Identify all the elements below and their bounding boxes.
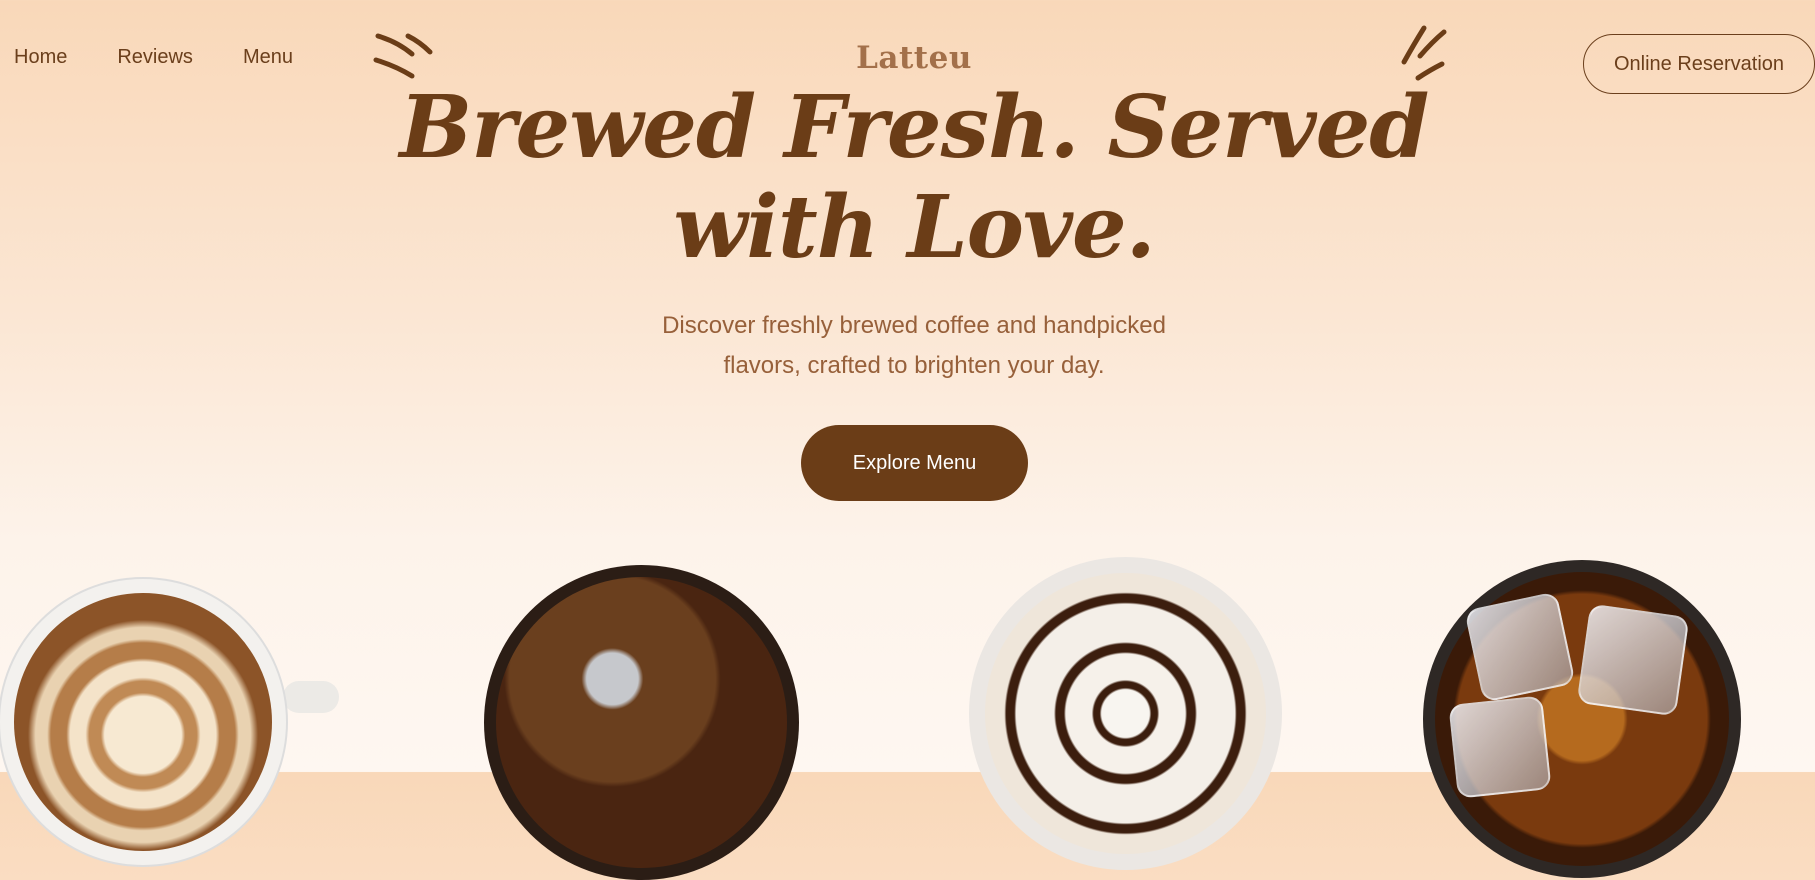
hero-headline: Brewed Fresh. Served with Love. (0, 78, 1815, 278)
explore-menu-button[interactable]: Explore Menu (801, 425, 1028, 501)
black-coffee-cup-image (484, 565, 799, 880)
latte-cup-handle (283, 681, 339, 713)
hero-subtitle-line2: flavors, crafted to brighten your day. (723, 352, 1105, 379)
iced-coffee-glass-image (1423, 560, 1741, 878)
brand-logo[interactable]: Latteu (0, 40, 1815, 76)
latte-art-cup-image (0, 579, 286, 865)
hero-subtitle-line1: Discover freshly brewed coffee and handp… (662, 312, 1166, 339)
decorative-strokes-right (1401, 25, 1447, 81)
hero-headline-line2: with Love. (673, 177, 1155, 278)
hero-headline-line1: Brewed Fresh. Served (399, 77, 1430, 178)
decorative-strokes-left (373, 33, 433, 79)
hero-subtitle: Discover freshly brewed coffee and handp… (0, 306, 1815, 386)
mocha-whipped-cream-cup-image (969, 557, 1282, 870)
